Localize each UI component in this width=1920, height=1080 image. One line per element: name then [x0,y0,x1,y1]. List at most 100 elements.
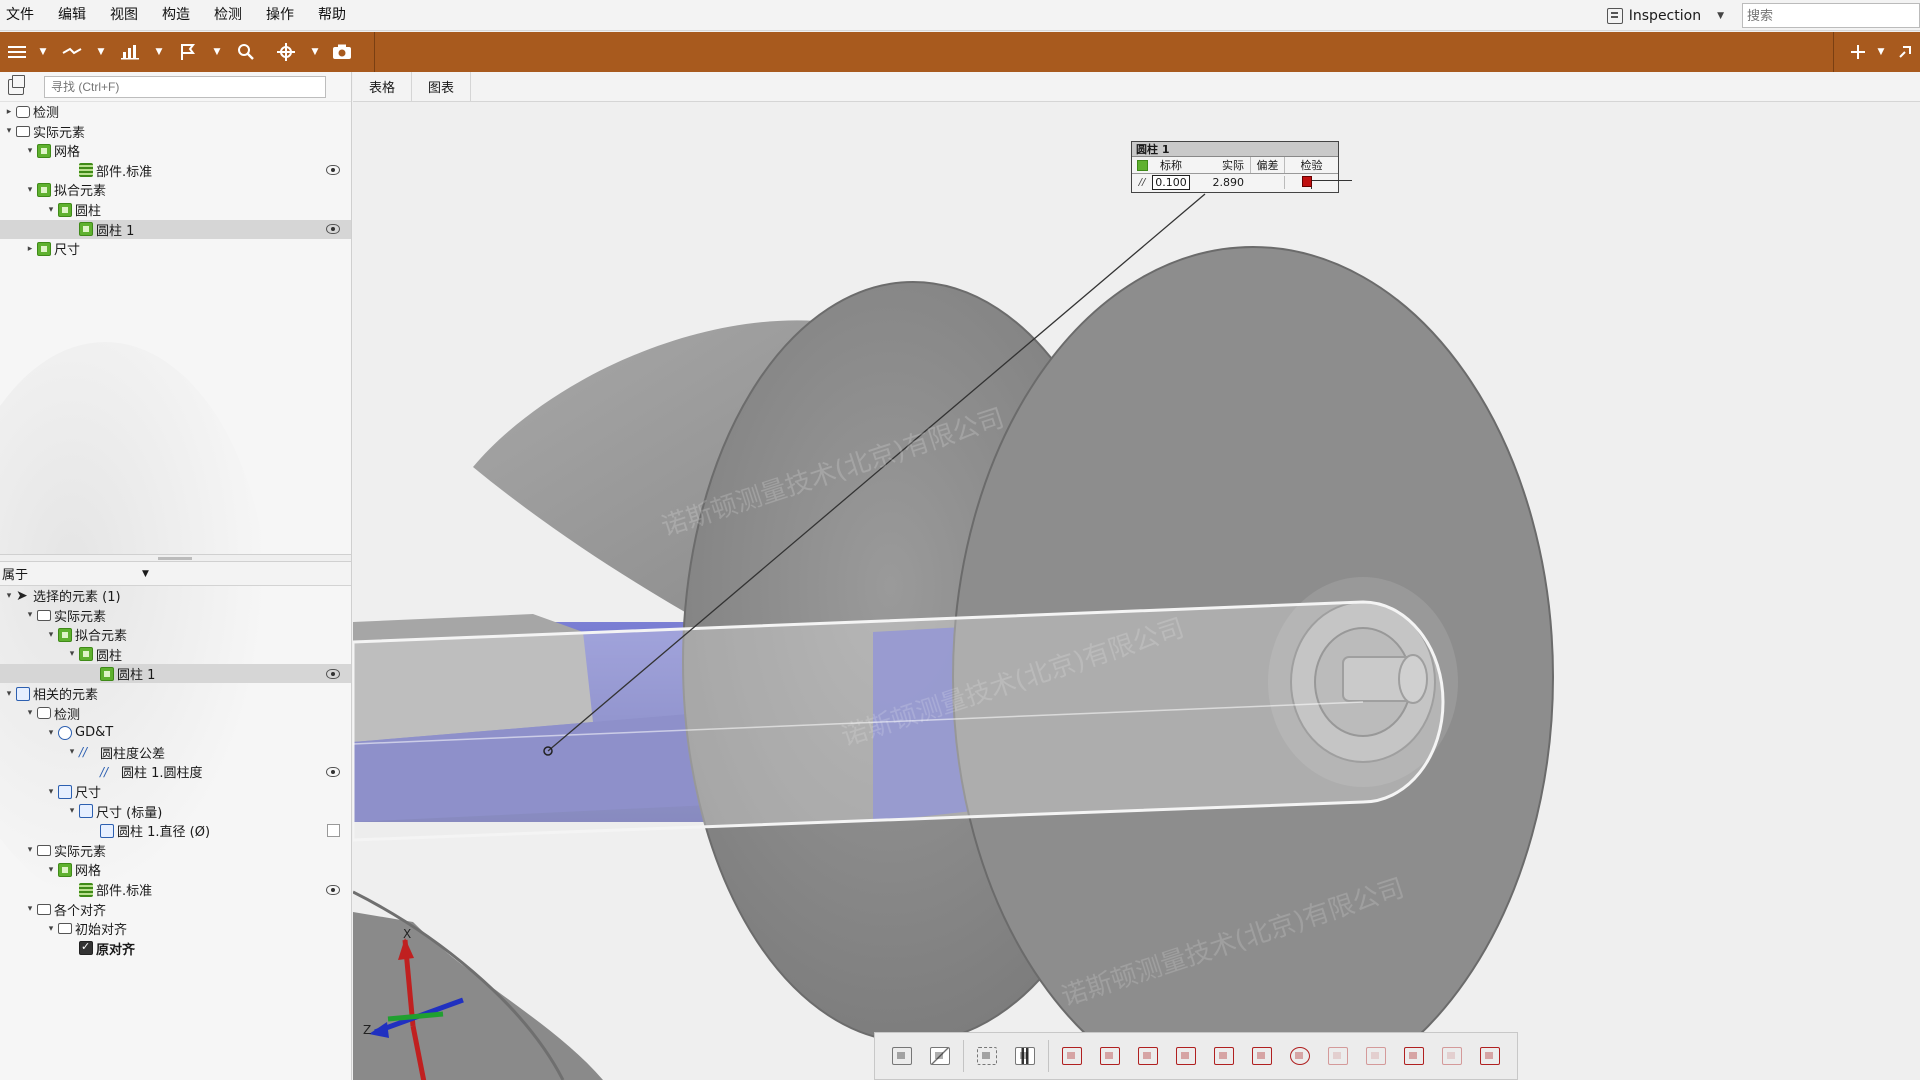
add-button[interactable] [1844,32,1872,72]
tree-row[interactable]: ▾ 各个对齐 [0,900,351,919]
expand-caret-icon[interactable]: ▾ [46,630,56,640]
square-tool-button[interactable] [1167,1040,1205,1072]
point-tool-button[interactable] [1053,1040,1091,1072]
tree-row[interactable]: 部件.标准 [0,880,351,899]
tree-row[interactable]: ▾ 检测 [0,704,351,723]
link-tool-button[interactable] [1281,1040,1319,1072]
visibility-checkbox[interactable] [327,824,340,838]
tree-row[interactable]: ▸ 尺寸 [0,239,351,258]
tree-row[interactable]: 圆柱 1 [0,664,351,684]
expand-caret-icon[interactable]: ▾ [46,787,56,797]
tree-row[interactable]: ▾ 实际元素 [0,841,351,860]
tree-row[interactable]: ▾ 拟合元素 [0,180,351,199]
hamburger-menu-button[interactable] [0,32,34,72]
tree-row[interactable]: ▸ 检测 [0,102,351,121]
expand-caret-icon[interactable]: ▾ [25,185,35,195]
expand-caret-icon[interactable]: ▾ [4,591,14,601]
cylinder-annotation-label[interactable]: 圆柱 1 标称 实际 偏差 检验 // 0.100 2.890 [1131,141,1339,193]
menu-view[interactable]: 视图 [98,0,150,31]
visibility-eye-icon[interactable] [326,165,340,176]
tree-row[interactable]: ▾ GD&T [0,723,351,742]
expand-caret-icon[interactable]: ▾ [67,649,77,659]
chevron-down-icon[interactable]: ▼ [208,47,226,57]
tab-chart[interactable]: 图表 [412,71,472,102]
tree-row[interactable]: ▾ 拟合元素 [0,625,351,644]
tree-row[interactable]: ▾ 网格 [0,141,351,160]
rectangle-select-button[interactable] [968,1040,1006,1072]
find-input[interactable] [44,75,326,98]
collapse-caret-icon[interactable]: ▸ [4,107,14,117]
pin-panel-button[interactable] [1890,32,1920,72]
expand-caret-icon[interactable]: ▾ [25,610,35,620]
alignment-tool-button[interactable] [52,32,92,72]
invert-selection-button[interactable] [921,1040,959,1072]
menu-inspect[interactable]: 检测 [202,0,254,31]
expand-caret-icon[interactable]: ▾ [25,146,35,156]
chevron-down-icon[interactable]: ▼ [92,47,110,57]
tab-table[interactable]: 表格 [353,71,413,102]
chevron-down-icon[interactable]: ▼ [1872,47,1890,57]
expand-caret-icon[interactable]: ▾ [67,747,77,757]
expand-caret-icon[interactable]: ▾ [67,806,77,816]
visibility-eye-icon[interactable] [326,224,340,235]
expand-caret-icon[interactable]: ▾ [46,924,56,934]
plane-tool-button[interactable] [1129,1040,1167,1072]
workspace-selector[interactable]: Inspection ▼ [1606,7,1732,24]
expand-caret-icon[interactable]: ▾ [4,126,14,136]
check-tool-button[interactable] [1395,1040,1433,1072]
tree-row[interactable]: 部件.标准 [0,161,351,180]
chevron-down-icon[interactable]: ▼ [150,47,168,57]
tree-row[interactable]: // 圆柱 1.圆柱度 [0,762,351,781]
select-all-button[interactable] [883,1040,921,1072]
menu-edit[interactable]: 编辑 [46,0,98,31]
angle-tool-button[interactable] [1243,1040,1281,1072]
expand-caret-icon[interactable]: ▾ [46,205,56,215]
3d-scene[interactable]: X Z [353,102,1920,1080]
bracket-tool-button[interactable] [1205,1040,1243,1072]
tree-row[interactable]: ▾ 圆柱 [0,645,351,664]
tree-row[interactable]: ▾ 网格 [0,860,351,879]
panel-splitter[interactable] [0,554,351,562]
visibility-eye-icon[interactable] [326,766,340,777]
tree-row[interactable]: ▾ 实际元素 [0,122,351,141]
properties-dropdown[interactable]: 属于 ▼ [0,562,351,586]
menu-help[interactable]: 帮助 [306,0,358,31]
view-center-button[interactable] [266,32,306,72]
tree-row[interactable]: 原对齐 [0,939,351,958]
group-tool-button[interactable] [1471,1040,1509,1072]
chevron-down-icon[interactable]: ▼ [34,47,52,57]
menu-file[interactable]: 文件 [0,0,46,31]
zoom-button[interactable] [226,32,266,72]
flag-tool-button[interactable] [168,32,208,72]
expand-caret-icon[interactable]: ▾ [46,728,56,738]
tree-row[interactable]: ▾ ➤ 选择的元素 (1) [0,586,351,606]
tree-row[interactable]: ▾ 尺寸 (标量) [0,802,351,821]
expand-caret-icon[interactable]: ▾ [25,845,35,855]
tree-row[interactable]: ▾ 相关的元素 [0,684,351,703]
chart-tool-button[interactable] [110,32,150,72]
visibility-eye-icon[interactable] [326,668,340,679]
tree-row[interactable]: ▾ 实际元素 [0,606,351,625]
copy-icon[interactable] [8,74,25,95]
grid-tool-button[interactable] [1319,1040,1357,1072]
3d-viewport[interactable]: X Z 诺斯顿测量技术(北京)有限公司 诺斯顿测量技术(北京)有限公司 诺斯顿测… [353,102,1920,1080]
split-view-button[interactable] [1006,1040,1044,1072]
collapse-caret-icon[interactable]: ▸ [25,244,35,254]
tree-row[interactable]: 圆柱 1.直径 (Ø) [0,821,351,840]
tree-row[interactable]: ▾// 圆柱度公差 [0,743,351,762]
expand-caret-icon[interactable]: ▾ [4,689,14,699]
search-input[interactable] [1742,3,1920,28]
remove-tool-button[interactable] [1433,1040,1471,1072]
screenshot-button[interactable] [324,32,360,72]
expand-caret-icon[interactable]: ▾ [46,865,56,875]
expand-caret-icon[interactable]: ▾ [25,708,35,718]
visibility-eye-icon[interactable] [326,884,340,895]
expand-caret-icon[interactable]: ▾ [25,904,35,914]
cross-tool-button[interactable] [1091,1040,1129,1072]
tree-row[interactable]: ▾ 尺寸 [0,782,351,801]
menu-construct[interactable]: 构造 [150,0,202,31]
tree-row[interactable]: ▾ 圆柱 [0,200,351,219]
fit-tool-button[interactable] [1357,1040,1395,1072]
menu-operations[interactable]: 操作 [254,0,306,31]
tree-row[interactable]: 圆柱 1 [0,219,351,239]
